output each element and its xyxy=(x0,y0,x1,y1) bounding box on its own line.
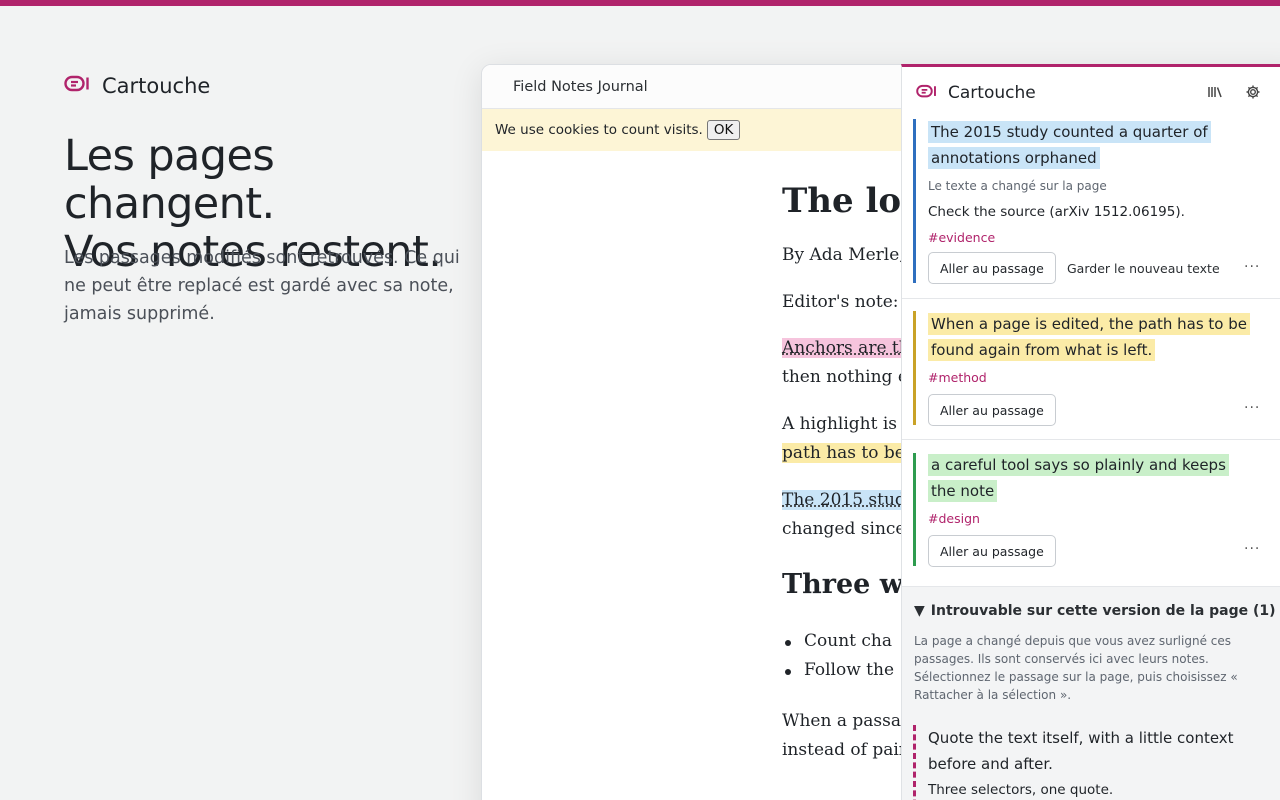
article-bullet: Follow the xyxy=(804,660,894,680)
sidebar-title: Cartouche xyxy=(948,83,1036,103)
card-color-bar xyxy=(913,453,916,566)
article-paragraph-4: When a passag instead of pain xyxy=(782,707,912,765)
browser-tab-title: Field Notes Journal xyxy=(513,79,648,95)
go-to-passage-button[interactable]: Aller au passage xyxy=(928,252,1056,284)
article-bullet: Count cha xyxy=(804,631,892,651)
cookie-text: We use cookies to count visits. xyxy=(495,122,703,138)
card-quote: When a page is edited, the path has to b… xyxy=(928,311,1248,363)
gear-icon[interactable] xyxy=(1244,83,1262,101)
orphaned-section-description: La page a changé depuis que vous avez su… xyxy=(914,632,1270,704)
card-tag[interactable]: #method xyxy=(928,370,987,385)
orphaned-section-toggle[interactable]: ▼ Introuvable sur cette version de la pa… xyxy=(914,603,1276,619)
card-quote: a careful tool says so plainly and keeps… xyxy=(928,452,1248,504)
annotation-card[interactable]: a careful tool says so plainly and keeps… xyxy=(902,440,1280,587)
article-subheading: Three wa xyxy=(782,569,920,600)
article-text: A highlight is o xyxy=(782,414,913,434)
cartouche-logo-icon xyxy=(64,75,90,97)
card-tag[interactable]: #evidence xyxy=(928,230,995,245)
card-quote: The 2015 study counted a quarter of anno… xyxy=(928,119,1248,171)
sidebar-header: Cartouche xyxy=(902,67,1280,119)
article-text: changed since t xyxy=(782,519,918,539)
article-paragraph-1: Anchors are the then nothing el xyxy=(782,334,920,392)
sidebar-toolbar xyxy=(1206,83,1262,101)
more-options-icon[interactable]: ··· xyxy=(1244,541,1260,557)
article-editor-note: Editor's note: t xyxy=(782,288,911,317)
orphan-quote[interactable]: Quote the text itself, with a little con… xyxy=(928,725,1273,777)
article-text: When a passag xyxy=(782,711,912,731)
top-accent-bar xyxy=(0,0,1280,6)
more-options-icon[interactable]: ··· xyxy=(1244,400,1260,416)
article-text: instead of pain xyxy=(782,740,910,760)
annotation-card[interactable]: The 2015 study counted a quarter of anno… xyxy=(902,119,1280,299)
card-color-bar xyxy=(913,311,916,425)
brand-name: Cartouche xyxy=(102,74,210,98)
orphan-note: Three selectors, one quote. xyxy=(928,782,1113,798)
article-text: then nothing el xyxy=(782,367,913,387)
disclosure-triangle-icon: ▼ xyxy=(914,603,925,619)
card-status: Le texte a changé sur la page xyxy=(928,179,1107,193)
article-paragraph-2: A highlight is o path has to be f xyxy=(782,410,917,468)
hero-title-line-1: Les pages changent. xyxy=(64,132,484,228)
go-to-passage-button[interactable]: Aller au passage xyxy=(928,535,1056,567)
article-highlight-yellow[interactable]: path has to be f xyxy=(782,443,917,463)
card-tag[interactable]: #design xyxy=(928,511,980,526)
library-icon[interactable] xyxy=(1206,83,1224,101)
more-options-icon[interactable]: ··· xyxy=(1244,259,1260,275)
keep-new-text-button[interactable]: Garder le nouveau texte xyxy=(1067,252,1220,284)
cartouche-sidebar: Cartouche The 2015 study counted a quart… xyxy=(901,64,1280,800)
cartouche-logo-icon xyxy=(916,84,937,103)
cookie-ok-button[interactable]: OK xyxy=(707,120,740,140)
go-to-passage-button[interactable]: Aller au passage xyxy=(928,394,1056,426)
card-color-bar xyxy=(913,119,916,283)
article-highlight-pink[interactable]: Anchors are the xyxy=(782,338,920,358)
orphaned-section-heading: Introuvable sur cette version de la page… xyxy=(931,603,1276,619)
orphaned-section: ▼ Introuvable sur cette version de la pa… xyxy=(902,587,1280,800)
brand: Cartouche xyxy=(64,74,210,98)
article-highlight-blue[interactable]: The 2015 study xyxy=(782,490,915,510)
card-note: Check the source (arXiv 1512.06195). xyxy=(928,204,1185,220)
orphan-dashed-bar xyxy=(913,725,916,800)
annotation-card[interactable]: When a page is edited, the path has to b… xyxy=(902,299,1280,440)
hero-body: Les passages modifiés sont retrouvés. Ce… xyxy=(64,244,474,328)
article-paragraph-3: The 2015 study changed since t xyxy=(782,486,918,544)
